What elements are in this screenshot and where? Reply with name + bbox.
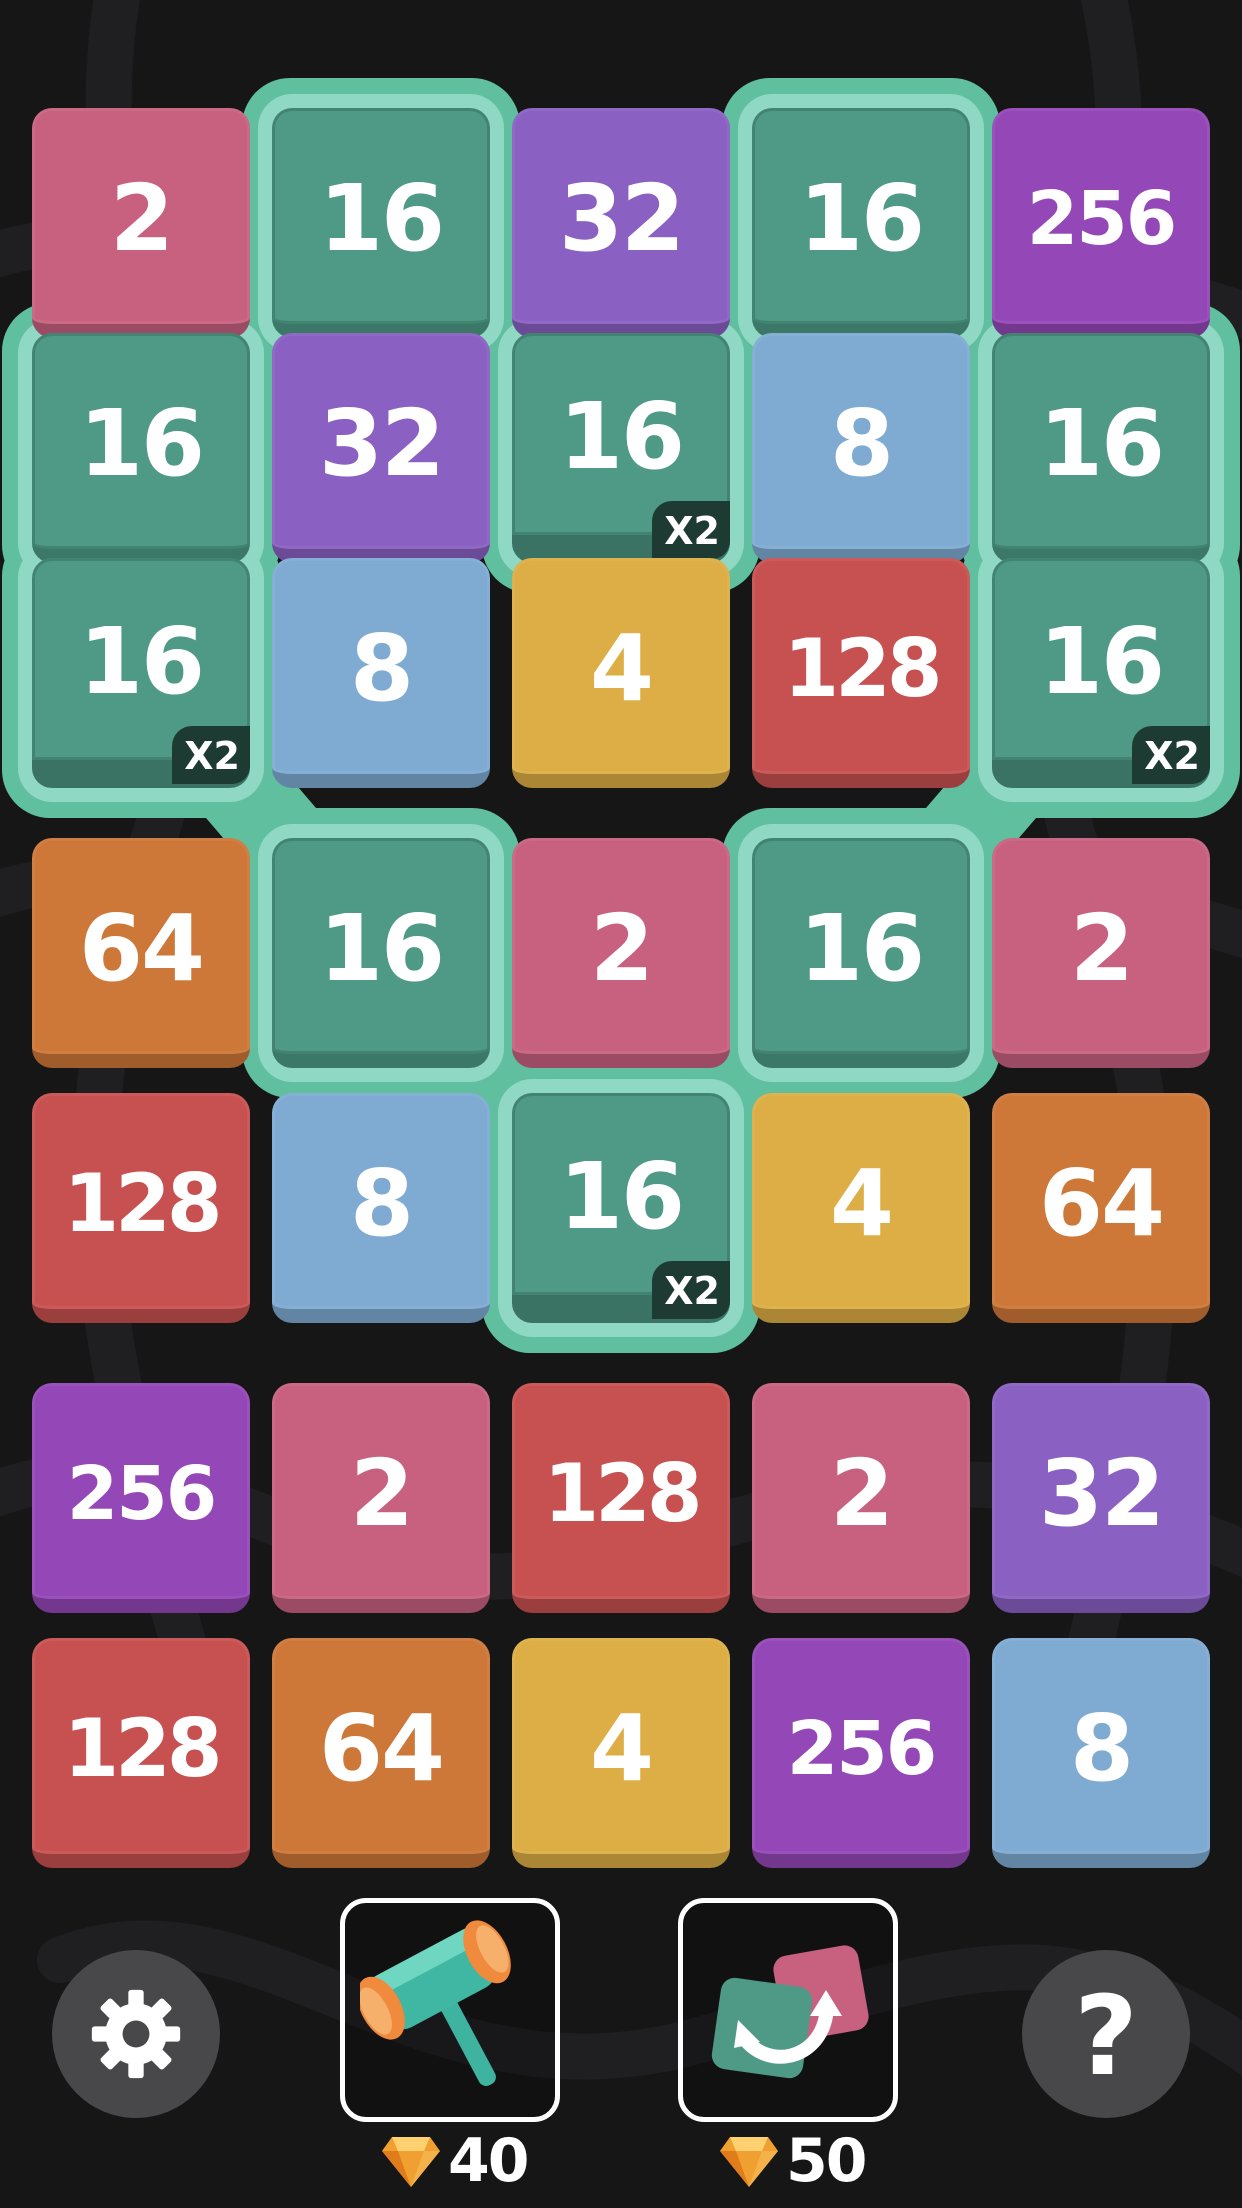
tile-r2-c0[interactable]: 16 X2 [32, 558, 250, 788]
tile-value: 128 [783, 622, 943, 715]
tile-r2-c2[interactable]: 4 [512, 558, 730, 788]
tile-r1-c0[interactable]: 16 [32, 333, 250, 563]
tile-r6-c3[interactable]: 256 [752, 1638, 970, 1868]
tile-value: 4 [589, 1695, 654, 1802]
tile-value: 128 [63, 1157, 223, 1250]
multiplier-badge: X2 [172, 726, 250, 784]
tile-value: 2 [1069, 895, 1134, 1002]
tile-value: 8 [1069, 1695, 1134, 1802]
diamond-icon [382, 2137, 440, 2187]
tile-value: 8 [829, 390, 894, 497]
tile-r0-c4[interactable]: 256 [992, 108, 1210, 338]
tile-value: 64 [318, 1695, 445, 1802]
tile-r4-c3[interactable]: 4 [752, 1093, 970, 1323]
swap-cost-value: 50 [786, 2126, 867, 2196]
tile-r2-c3[interactable]: 128 [752, 558, 970, 788]
tile-r3-c2[interactable]: 2 [512, 838, 730, 1068]
tile-value: 128 [543, 1447, 703, 1540]
hammer-cost: 40 [380, 2126, 529, 2196]
multiplier-badge: X2 [652, 501, 730, 559]
tile-value: 4 [829, 1150, 894, 1257]
tile-value: 8 [349, 615, 414, 722]
tile-value: 64 [78, 895, 205, 1002]
tile-value: 4 [589, 615, 654, 722]
game-board[interactable]: 2 16 32 16 256 16 32 16 X2 8 16 16 X2 8 4 128 16 X2 64 16 2 1… [0, 0, 1242, 1880]
settings-button[interactable] [52, 1950, 220, 2118]
tile-r1-c1[interactable]: 32 [272, 333, 490, 563]
tile-r5-c0[interactable]: 256 [32, 1383, 250, 1613]
tile-r5-c3[interactable]: 2 [752, 1383, 970, 1613]
tile-r4-c1[interactable]: 8 [272, 1093, 490, 1323]
tile-value: 32 [558, 165, 685, 272]
tile-r4-c4[interactable]: 64 [992, 1093, 1210, 1323]
tile-r6-c2[interactable]: 4 [512, 1638, 730, 1868]
swap-icon [711, 1945, 869, 2079]
hammer-icon [360, 1920, 511, 2086]
multiplier-badge: X2 [1132, 726, 1210, 784]
tile-value: 8 [349, 1150, 414, 1257]
tile-r3-c0[interactable]: 64 [32, 838, 250, 1068]
tile-value: 16 [558, 383, 685, 490]
tile-value: 16 [78, 608, 205, 715]
tile-r3-c1[interactable]: 16 [272, 838, 490, 1068]
tile-r5-c4[interactable]: 32 [992, 1383, 1210, 1613]
tile-value: 16 [798, 895, 925, 1002]
tile-r1-c3[interactable]: 8 [752, 333, 970, 563]
tile-value: 16 [78, 390, 205, 497]
tile-value: 2 [589, 895, 654, 1002]
diamond-icon [720, 2137, 778, 2187]
tile-value: 16 [798, 165, 925, 272]
tile-r0-c3[interactable]: 16 [752, 108, 970, 338]
tile-value: 2 [829, 1440, 894, 1547]
tile-r2-c1[interactable]: 8 [272, 558, 490, 788]
tile-value: 16 [318, 165, 445, 272]
tile-r6-c4[interactable]: 8 [992, 1638, 1210, 1868]
question-icon: ? [1074, 1972, 1138, 2100]
tile-value: 256 [66, 1451, 217, 1537]
hammer-powerup-button[interactable] [340, 1898, 560, 2122]
multiplier-badge: X2 [652, 1261, 730, 1319]
help-button[interactable]: ? [1022, 1950, 1190, 2118]
tile-r1-c2[interactable]: 16 X2 [512, 333, 730, 563]
tile-r0-c2[interactable]: 32 [512, 108, 730, 338]
tile-value: 256 [786, 1706, 937, 1792]
tile-r1-c4[interactable]: 16 [992, 333, 1210, 563]
tile-r6-c0[interactable]: 128 [32, 1638, 250, 1868]
tile-value: 16 [558, 1143, 685, 1250]
swap-powerup-button[interactable] [678, 1898, 898, 2122]
tile-r5-c1[interactable]: 2 [272, 1383, 490, 1613]
tile-value: 2 [349, 1440, 414, 1547]
tile-r4-c0[interactable]: 128 [32, 1093, 250, 1323]
tile-r6-c1[interactable]: 64 [272, 1638, 490, 1868]
tile-r3-c3[interactable]: 16 [752, 838, 970, 1068]
tile-r0-c1[interactable]: 16 [272, 108, 490, 338]
tile-value: 256 [1026, 176, 1177, 262]
tile-r2-c4[interactable]: 16 X2 [992, 558, 1210, 788]
swap-cost: 50 [718, 2126, 867, 2196]
hammer-cost-value: 40 [448, 2126, 529, 2196]
tile-r0-c0[interactable]: 2 [32, 108, 250, 338]
tile-value: 16 [1038, 608, 1165, 715]
tile-value: 16 [1038, 390, 1165, 497]
tile-value: 32 [318, 390, 445, 497]
tile-value: 64 [1038, 1150, 1165, 1257]
tile-r5-c2[interactable]: 128 [512, 1383, 730, 1613]
tile-value: 16 [318, 895, 445, 1002]
tile-value: 32 [1038, 1440, 1165, 1547]
tile-r3-c4[interactable]: 2 [992, 838, 1210, 1068]
tile-value: 2 [109, 165, 174, 272]
tile-value: 128 [63, 1702, 223, 1795]
tile-r4-c2[interactable]: 16 X2 [512, 1093, 730, 1323]
gear-icon [91, 1989, 181, 2079]
